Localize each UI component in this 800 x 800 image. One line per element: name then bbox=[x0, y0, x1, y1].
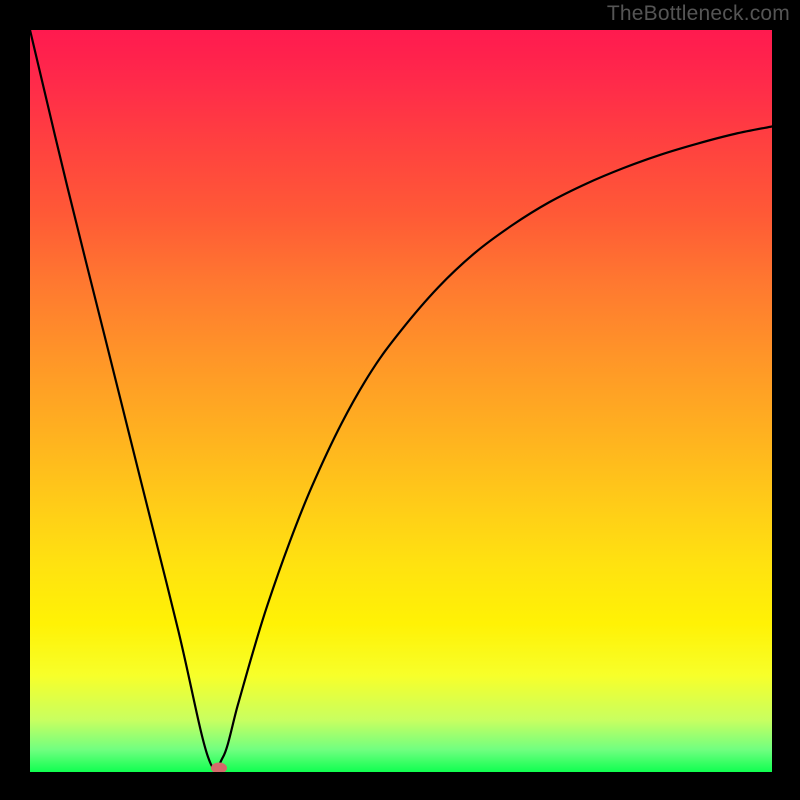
plot-area bbox=[30, 30, 772, 772]
curve-layer bbox=[30, 30, 772, 772]
chart-frame: TheBottleneck.com bbox=[0, 0, 800, 800]
bottleneck-curve bbox=[30, 30, 772, 770]
watermark-text: TheBottleneck.com bbox=[607, 2, 790, 26]
minimum-marker bbox=[211, 763, 227, 772]
